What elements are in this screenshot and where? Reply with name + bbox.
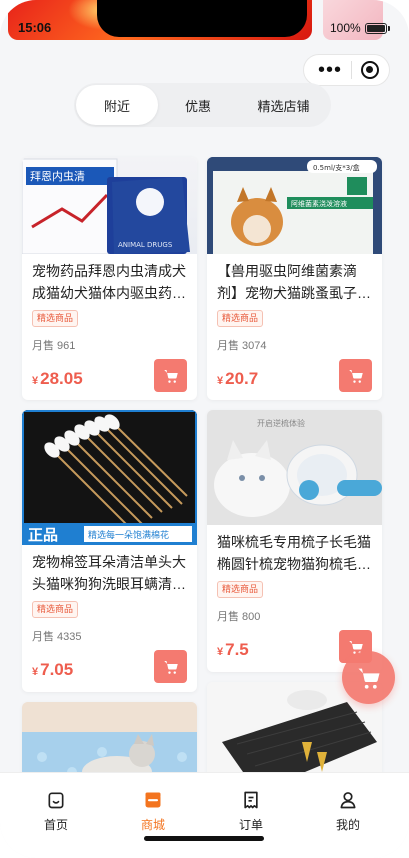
add-to-cart-button[interactable] — [154, 650, 187, 683]
nav-home[interactable]: 首页 — [21, 789, 91, 833]
notch — [97, 0, 307, 37]
price-row: ¥7.05 — [22, 650, 197, 690]
cart-icon — [163, 660, 178, 674]
image-caption: 0.5ml/支*3/盒 — [313, 163, 360, 172]
price: ¥28.05 — [32, 369, 83, 388]
order-icon — [216, 789, 286, 811]
image-caption: 开启逆梳体验 — [257, 418, 305, 428]
tab-featured-stores[interactable]: 精选店铺 — [238, 85, 329, 125]
status-time: 15:06 — [18, 20, 52, 35]
tab-discount[interactable]: 优惠 — [158, 85, 238, 125]
product-card[interactable]: 开启逆梳体验 猫咪梳毛专用梳子长毛猫椭圆针梳宠物猫狗梳毛… 精选商品 月售 80… — [207, 410, 382, 672]
more-dots-icon[interactable]: ••• — [318, 60, 342, 80]
target-icon[interactable] — [360, 61, 379, 79]
nav-profile[interactable]: 我的 — [313, 789, 383, 833]
image-caption: ANIMAL DRUGS — [118, 241, 173, 249]
nav-orders[interactable]: 订单 — [216, 789, 286, 833]
nav-label: 首页 — [43, 818, 68, 832]
product-title: 【兽用驱虫阿维菌素滴剂】宠物犬猫跳蚤虱子… — [217, 263, 371, 301]
price: ¥7.05 — [32, 660, 74, 679]
product-card[interactable]: 正品 精选每一朵饱满棉花 宠物棉签耳朵清洁单头大头猫咪狗狗洗眼耳螨清… 精选商品… — [22, 410, 197, 692]
product-image: 0.5ml/支*3/盒 阿维菌素浇泼溶液 — [207, 157, 382, 254]
battery-icon — [365, 23, 387, 34]
image-caption: 精选每一朵饱满棉花 — [88, 529, 169, 541]
price-row: ¥28.05 — [22, 359, 197, 399]
add-to-cart-button[interactable] — [339, 359, 372, 392]
nav-shop[interactable]: 商城 — [118, 789, 188, 833]
product-card[interactable]: 0.5ml/支*3/盒 阿维菌素浇泼溶液 【兽用驱虫阿维菌素滴剂】宠物犬猫跳蚤虱… — [207, 157, 382, 400]
add-to-cart-button[interactable] — [154, 359, 187, 392]
image-caption: 正品 — [28, 526, 58, 544]
monthly-sales: 月售 800 — [217, 611, 261, 623]
capsule-divider — [351, 61, 352, 79]
featured-tag: 精选商品 — [217, 310, 264, 327]
battery-percent: 100% — [330, 21, 361, 35]
home-icon — [21, 789, 91, 811]
user-icon — [313, 789, 383, 811]
price: ¥20.7 — [217, 369, 259, 388]
featured-tag: 精选商品 — [32, 601, 79, 618]
shop-icon — [118, 789, 188, 811]
monthly-sales: 月售 961 — [32, 340, 76, 352]
status-bar: 15:06 100% — [0, 0, 409, 48]
monthly-sales: 月售 3074 — [217, 340, 267, 352]
product-image: 开启逆梳体验 — [207, 410, 382, 525]
cart-icon — [348, 369, 363, 383]
monthly-sales: 月售 4335 — [32, 631, 82, 643]
nav-label: 订单 — [238, 818, 263, 832]
product-card[interactable]: 拜恩内虫清 ANIMAL DRUGS 宠物药品拜恩内虫清成犬成猫幼犬猫体内驱虫药… — [22, 157, 197, 400]
product-title: 宠物棉签耳朵清洁单头大头猫咪狗狗洗眼耳螨清… — [32, 554, 186, 592]
floating-cart-button[interactable] — [342, 651, 395, 704]
price: ¥7.5 — [217, 640, 249, 659]
price-row: ¥20.7 — [207, 359, 382, 399]
cart-icon — [163, 369, 178, 383]
battery-tip — [388, 26, 390, 31]
featured-tag: 精选商品 — [217, 581, 264, 598]
phone-screen: 15:06 100% ••• 附近 优惠 精选店铺 拜恩内虫清 ANIMAL D… — [0, 0, 409, 858]
product-image: 拜恩内虫清 ANIMAL DRUGS — [22, 157, 197, 254]
product-image: 正品 精选每一朵饱满棉花 — [22, 410, 197, 545]
featured-tag: 精选商品 — [32, 310, 79, 327]
category-tabs: 附近 优惠 精选店铺 — [74, 83, 331, 127]
miniprogram-capsule: ••• — [303, 54, 390, 86]
nav-label: 我的 — [335, 818, 360, 832]
nav-label: 商城 — [140, 818, 165, 832]
bottom-nav: 首页 商城 订单 我的 — [0, 772, 409, 858]
header-area: ••• 附近 优惠 精选店铺 — [0, 40, 409, 140]
home-indicator — [144, 836, 264, 841]
cart-icon — [358, 668, 379, 689]
image-caption: 阿维菌素浇泼溶液 — [291, 199, 347, 208]
product-title: 猫咪梳毛专用梳子长毛猫椭圆针梳宠物猫狗梳毛… — [217, 534, 371, 572]
tab-nearby[interactable]: 附近 — [76, 85, 158, 125]
product-title: 宠物药品拜恩内虫清成犬成猫幼犬猫体内驱虫药… — [32, 263, 186, 301]
image-caption: 拜恩内虫清 — [30, 169, 85, 183]
